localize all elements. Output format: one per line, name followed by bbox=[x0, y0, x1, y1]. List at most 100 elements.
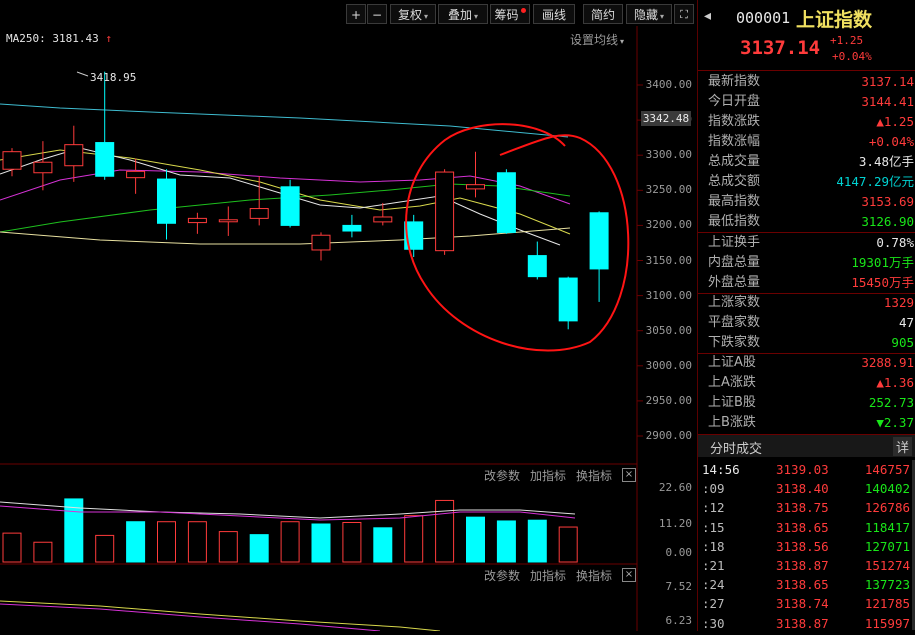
y-axis-tick: 3400.00 bbox=[645, 78, 692, 91]
fuquan-label: 复权 bbox=[397, 8, 422, 22]
yincang-dropdown[interactable]: 隐藏 ▾ bbox=[626, 4, 672, 24]
quote-label: 外盘总量 bbox=[708, 275, 761, 290]
quote-value: 3144.41 bbox=[861, 94, 914, 109]
quote-value: 15450万手 bbox=[851, 275, 914, 290]
ticks-detail-button[interactable]: 详 bbox=[892, 437, 912, 456]
candle-body bbox=[218, 219, 238, 223]
quote-row: 上B涨跌 ▼2.37 bbox=[708, 413, 914, 433]
y-axis-tick: 3100.00 bbox=[645, 288, 692, 302]
jianyue-button[interactable]: 简约 bbox=[583, 4, 623, 24]
y-axis-tick: 3050.00 bbox=[645, 323, 692, 337]
quote-value: ▲1.25 bbox=[876, 114, 914, 129]
sub2-close-icon[interactable]: × bbox=[622, 568, 636, 582]
vol-ma-line-white bbox=[0, 501, 576, 519]
chouma-label: 筹码 bbox=[494, 8, 519, 22]
indicator-line-yellow bbox=[0, 600, 441, 631]
candle-body bbox=[64, 144, 84, 167]
sub1-modify-params-button[interactable]: 改参数 bbox=[484, 467, 520, 484]
candle-body bbox=[2, 151, 22, 170]
huaxian-label: 画线 bbox=[541, 8, 566, 22]
quote-label: 总成交额 bbox=[708, 174, 761, 189]
volume-bar bbox=[496, 520, 516, 563]
volume-bar bbox=[249, 534, 269, 563]
quote-row: 下跌家数 905 bbox=[708, 333, 914, 353]
y-axis-tick: 3200.00 bbox=[645, 218, 692, 232]
candle-body bbox=[33, 161, 53, 174]
ma-settings-label: 设置均线 bbox=[570, 33, 619, 47]
quote-row: 最高指数 3153.69 bbox=[708, 192, 914, 212]
y-axis-tick: 3300.00 bbox=[645, 148, 692, 162]
diejia-dropdown[interactable]: 叠加 ▾ bbox=[438, 4, 488, 24]
indicator-tick: 6.23 bbox=[665, 614, 693, 627]
quote-row: 外盘总量 15450万手 bbox=[708, 273, 914, 293]
fullscreen-icon: ⛶ bbox=[680, 8, 688, 21]
kline-chart[interactable] bbox=[0, 0, 697, 631]
sub2-add-indicator-button[interactable]: 加指标 bbox=[530, 567, 566, 584]
candle-body bbox=[311, 234, 331, 251]
volume-tick: 11.20 bbox=[658, 517, 692, 530]
y-axis-tick: 3150.00 bbox=[645, 253, 692, 267]
chevron-down-icon: ▾ bbox=[474, 12, 479, 21]
ma-settings-dropdown[interactable]: 设置均线 ▾ bbox=[570, 31, 624, 48]
ma-line-pale bbox=[0, 227, 571, 245]
candle-body bbox=[249, 208, 269, 219]
volume-bar bbox=[2, 532, 22, 563]
y-axis-tick: 3250.00 bbox=[645, 183, 692, 197]
ma-line-blue bbox=[0, 103, 569, 138]
candle-body bbox=[157, 178, 176, 224]
volume-bar bbox=[527, 519, 547, 563]
fuquan-dropdown[interactable]: 复权 ▾ bbox=[390, 4, 436, 24]
huaxian-button[interactable]: 画线 bbox=[533, 4, 575, 24]
chouma-button[interactable]: 筹码 bbox=[490, 4, 530, 24]
zoom-out-button[interactable]: − bbox=[367, 4, 387, 24]
sub2-switch-indicator-button[interactable]: 换指标 bbox=[576, 567, 612, 584]
quote-row: 指数涨幅 +0.04% bbox=[708, 132, 914, 152]
y-axis-tick: 3000.00 bbox=[645, 358, 692, 372]
volume-bar bbox=[404, 515, 424, 563]
arrow-left-icon[interactable]: ◂ bbox=[704, 8, 711, 24]
quote-label: 总成交量 bbox=[708, 154, 761, 169]
quote-value: 3137.14 bbox=[861, 74, 914, 89]
tick-price: 3138.87 bbox=[776, 615, 829, 631]
quote-row: 指数涨跌 ▲1.25 bbox=[708, 112, 914, 132]
ma250-value: MA250: 3181.43 bbox=[6, 32, 99, 45]
sub1-close-icon[interactable]: × bbox=[622, 468, 636, 482]
quote-row: 最低指数 3126.90 bbox=[708, 212, 914, 232]
quote-row: 总成交额 4147.29亿元 bbox=[708, 172, 914, 192]
quote-value: 252.73 bbox=[868, 395, 914, 410]
quote-label: 今日开盘 bbox=[708, 94, 761, 109]
candle-body bbox=[527, 255, 547, 278]
volume-bar bbox=[280, 521, 300, 563]
sub1-switch-indicator-button[interactable]: 换指标 bbox=[576, 467, 612, 484]
volume-bar bbox=[126, 521, 146, 563]
ticks-title: 分时成交 bbox=[710, 442, 763, 457]
notification-dot-icon bbox=[520, 8, 526, 13]
quote-row: 最新指数 3137.14 bbox=[708, 72, 914, 92]
quote-value: 3126.90 bbox=[861, 214, 914, 229]
candle-body bbox=[280, 186, 300, 226]
yincang-label: 隐藏 bbox=[633, 8, 658, 22]
quote-value: +0.04% bbox=[868, 134, 914, 149]
volume-bar bbox=[435, 499, 455, 563]
fullscreen-button[interactable]: ⛶ bbox=[674, 4, 694, 24]
zoom-in-button[interactable]: + bbox=[346, 4, 366, 24]
volume-bar bbox=[373, 527, 393, 563]
volume-bar bbox=[218, 531, 238, 563]
quote-row: 上证A股 3288.91 bbox=[708, 353, 914, 373]
index-price: 3137.14 bbox=[740, 37, 821, 59]
tick-row: :30 3138.87 115997 bbox=[698, 613, 915, 635]
quote-value: 19301万手 bbox=[851, 255, 914, 270]
quote-value: 905 bbox=[891, 335, 914, 350]
quote-row: 内盘总量 19301万手 bbox=[708, 253, 914, 273]
volume-bar bbox=[342, 521, 362, 563]
quote-label: 下跌家数 bbox=[708, 335, 761, 350]
quote-row: 总成交量 3.48亿手 bbox=[708, 152, 914, 172]
sub1-add-indicator-button[interactable]: 加指标 bbox=[530, 467, 566, 484]
chevron-down-icon: ▾ bbox=[620, 37, 625, 46]
quote-value: 3.48亿手 bbox=[858, 154, 914, 169]
y-axis-tick: 2950.00 bbox=[645, 393, 692, 407]
sub2-modify-params-button[interactable]: 改参数 bbox=[484, 567, 520, 584]
quote-value: 3288.91 bbox=[861, 355, 914, 370]
arrow-up-icon: ↑ bbox=[105, 32, 112, 45]
volume-bar bbox=[466, 516, 485, 563]
